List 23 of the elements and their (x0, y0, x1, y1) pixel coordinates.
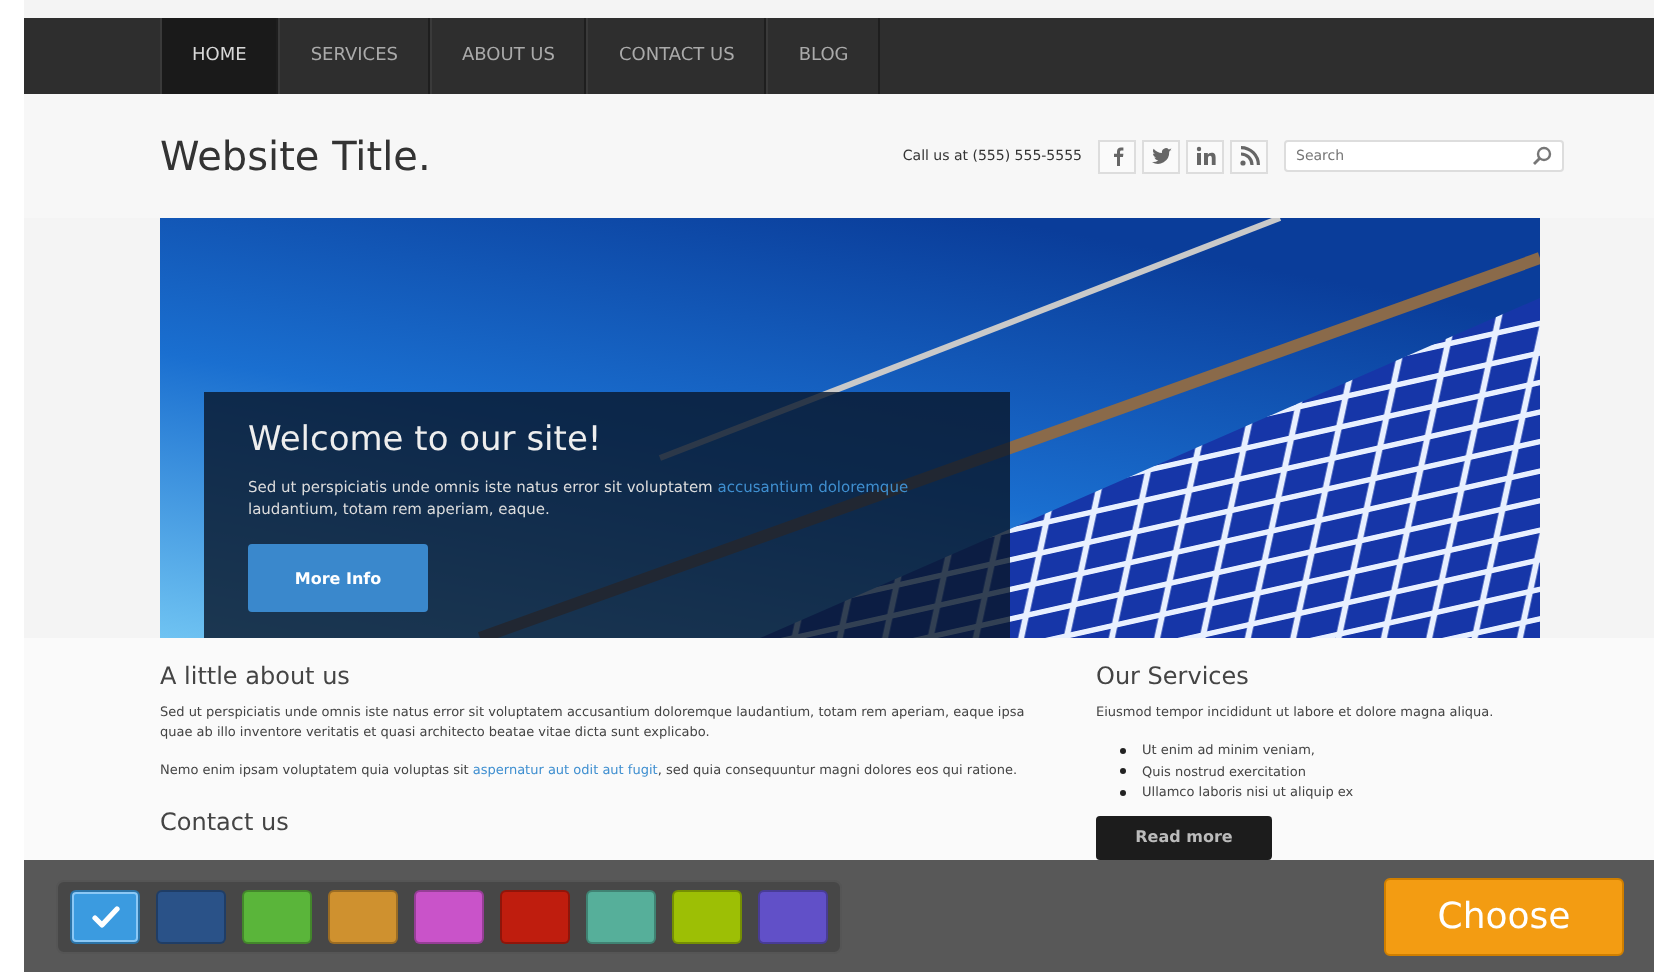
color-swatch[interactable] (414, 889, 484, 943)
section-heading: Our Services (1096, 662, 1251, 690)
nav-item[interactable]: HOME (160, 18, 279, 94)
more-info-button[interactable]: More Info (248, 544, 428, 612)
site-title: Website Title. (160, 132, 431, 180)
color-swatch[interactable] (586, 889, 656, 943)
read-more-button[interactable]: Read more (1096, 815, 1272, 859)
search-icon[interactable] (1532, 146, 1552, 166)
bird-icon[interactable] (1142, 139, 1180, 173)
facebook-icon[interactable] (1098, 139, 1136, 173)
section-heading: Contact us (160, 808, 291, 836)
color-swatch[interactable] (500, 889, 570, 943)
hero-title: Welcome to our site! (248, 420, 604, 460)
color-swatch[interactable] (242, 889, 312, 943)
rss-icon[interactable] (1230, 139, 1268, 173)
checkmark-icon (91, 905, 119, 927)
color-swatch[interactable] (328, 889, 398, 943)
color-swatch[interactable] (70, 889, 140, 943)
linkedin-icon[interactable] (1186, 139, 1224, 173)
color-swatch[interactable] (758, 889, 828, 943)
section-heading: A little about us (160, 662, 352, 690)
color-swatch[interactable] (672, 889, 742, 943)
color-swatch[interactable] (156, 889, 226, 943)
